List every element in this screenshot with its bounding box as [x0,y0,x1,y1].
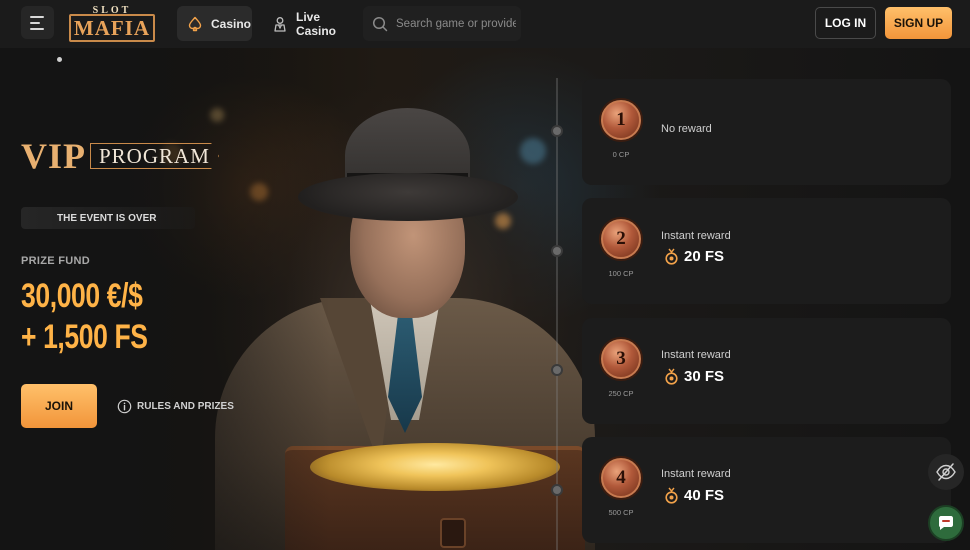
event-status-badge: THE EVENT IS OVER [21,207,195,229]
title-vip: VIP [21,136,86,176]
timeline-dot [551,484,563,496]
tab-casino-label: Casino [211,16,252,31]
vip-program-title: VIP PROGRAM [21,137,219,175]
search-icon [372,16,388,31]
level-medal: 4 [601,458,641,498]
reward-label: Instant reward [661,230,731,242]
vip-hero: VIP PROGRAM THE EVENT IS OVER PRIZE FUND… [0,48,970,550]
level-cp: 250 CP [608,389,634,398]
reward-label: Instant reward [661,468,731,480]
spade-icon [188,16,202,31]
reward-value: 40 FS [665,487,724,504]
level-cp: 0 CP [612,150,630,159]
reward-amount: 20 FS [684,248,725,265]
site-logo[interactable]: SLOT MAFIA [69,5,155,43]
level-cp: 100 CP [608,269,634,278]
reward-amount: 40 FS [684,487,725,504]
info-icon [117,399,132,413]
eye-off-icon [936,463,956,481]
bokeh-light [520,138,546,164]
signup-button[interactable]: SIGN UP [885,7,952,39]
free-spins-icon [665,368,678,385]
level-card-4: 4 500 CP Instant reward 40 FS [582,437,951,543]
free-spins-icon [665,487,678,504]
reward-value: 30 FS [665,368,724,385]
rules-label: RULES AND PRIZES [137,400,234,412]
prize-fund-spins: + 1,500 FS [21,318,148,356]
reward-value: 20 FS [665,248,724,265]
prize-fund-amount: 30,000 €/$ [21,277,143,315]
dealer-icon [274,16,286,32]
level-medal: 2 [601,219,641,259]
search-input[interactable] [396,17,516,30]
top-header: SLOT MAFIA Casino Live Casino LOG IN SIG… [0,0,970,48]
tab-casino[interactable]: Casino [177,6,252,41]
reward-label: Instant reward [661,349,731,361]
level-card-2: 2 100 CP Instant reward 20 FS [582,198,951,304]
timeline-dot [551,125,563,137]
chat-icon [939,516,953,530]
level-card-1: 1 0 CP No reward [582,79,951,185]
status-dot [57,57,62,62]
fedora-brim [298,173,518,221]
reward-amount: 30 FS [684,368,725,385]
tab-live-casino[interactable]: Live Casino [262,6,357,41]
menu-button[interactable] [21,6,54,39]
title-program: PROGRAM [99,143,210,168]
logo-main-text: MAFIA [69,14,155,42]
hide-widget-button[interactable] [928,454,964,490]
status-text: THE EVENT IS OVER [57,212,157,224]
login-button[interactable]: LOG IN [815,7,876,39]
reward-label: No reward [661,123,712,135]
title-program-frame: PROGRAM [90,143,219,169]
timeline-dot [551,364,563,376]
timeline-line [556,78,558,550]
level-medal: 3 [601,339,641,379]
chest-lock [440,518,466,548]
support-chat-button[interactable] [928,505,964,541]
rules-and-prizes-link[interactable]: RULES AND PRIZES [117,398,234,414]
bokeh-light [495,213,511,229]
tab-live-casino-label: Live Casino [296,9,337,38]
level-medal: 1 [601,100,641,140]
gold-coins [310,443,560,491]
join-button[interactable]: JOIN [21,384,97,428]
level-cp: 500 CP [608,508,634,517]
search-box[interactable] [363,6,521,41]
timeline-dot [551,245,563,257]
prize-fund-label: PRIZE FUND [21,255,90,267]
free-spins-icon [665,248,678,265]
level-card-3: 3 250 CP Instant reward 30 FS [582,318,951,424]
menu-icon [30,15,44,18]
